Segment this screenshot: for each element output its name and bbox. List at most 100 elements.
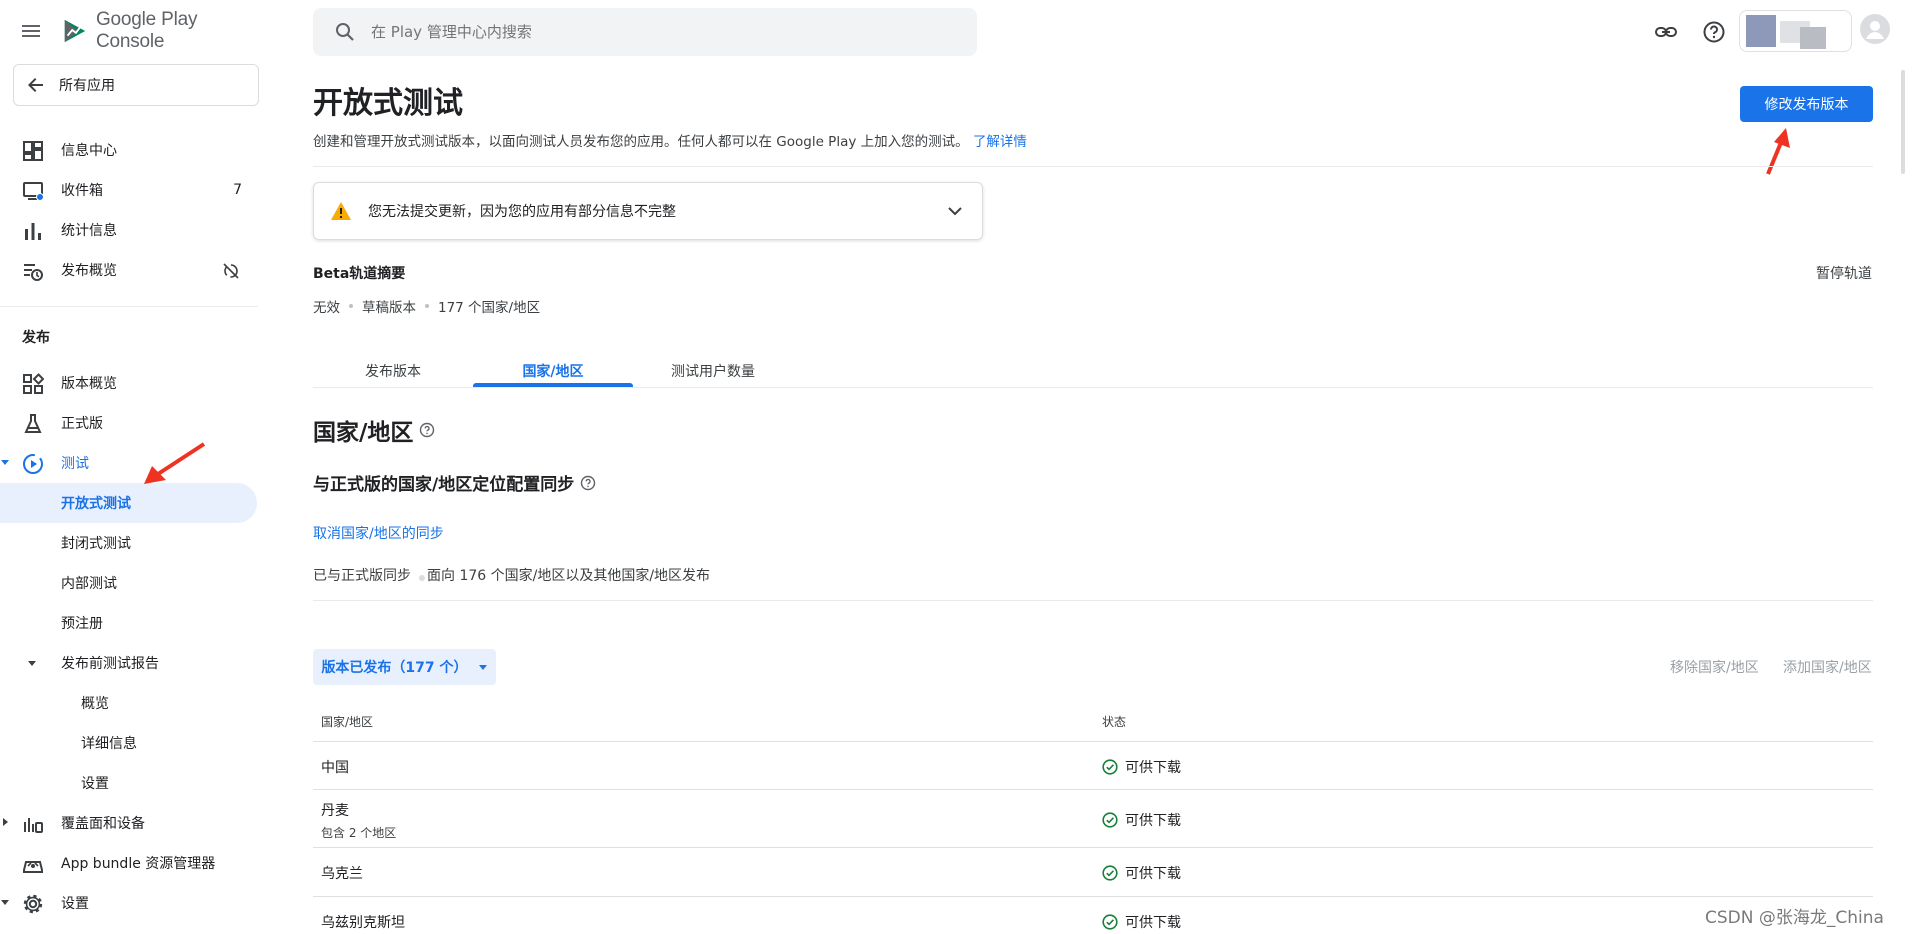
grid-icon [23, 373, 44, 394]
status-text: 可供下载 [1125, 813, 1181, 829]
sidebar-item-label: 预注册 [61, 616, 103, 632]
release-filter-dropdown[interactable]: 版本已发布（177 个） [313, 649, 496, 685]
sidebar-item-publish-overview[interactable]: 发布概览 [0, 252, 258, 288]
inbox-icon [23, 182, 44, 201]
sidebar-item-prelaunch-details[interactable]: 详细信息 [0, 725, 258, 761]
page-title: 开放式测试 [313, 86, 463, 121]
sidebar-item-prelaunch-overview[interactable]: 概览 [0, 685, 258, 721]
sidebar-item-open-testing[interactable]: 开放式测试 [0, 485, 258, 521]
edit-release-button[interactable]: 修改发布版本 [1740, 86, 1873, 122]
sidebar-item-coverage[interactable]: 覆盖面和设备 [0, 805, 258, 841]
sidebar-item-label: 开放式测试 [61, 496, 131, 512]
search-input[interactable] [371, 23, 931, 41]
play-console-logo-icon [63, 18, 87, 44]
warning-card[interactable]: 您无法提交更新，因为您的应用有部分信息不完整 [313, 182, 983, 240]
sidebar-item-pre-registration[interactable]: 预注册 [0, 605, 258, 641]
sidebar-item-label: 覆盖面和设备 [61, 816, 145, 832]
header-divider [313, 166, 1873, 167]
column-header-status: 状态 [1102, 715, 1127, 729]
account-switcher[interactable] [1739, 10, 1852, 52]
sidebar-item-label: 设置 [61, 896, 89, 912]
sidebar-item-closed-testing[interactable]: 封闭式测试 [0, 525, 258, 561]
sidebar-item-prelaunch-settings[interactable]: 设置 [0, 765, 258, 801]
sidebar-item-inbox[interactable]: 收件箱 7 [0, 172, 258, 208]
sidebar-item-statistics[interactable]: 统计信息 [0, 212, 258, 248]
sidebar-item-internal-testing[interactable]: 内部测试 [0, 565, 258, 601]
coverage-icon [24, 818, 43, 833]
menu-icon[interactable] [20, 20, 42, 42]
track-status: 无效 [313, 300, 340, 316]
cancel-sync-link[interactable]: 取消国家/地区的同步 [313, 523, 444, 543]
sidebar-item-label: 版本概览 [61, 376, 117, 392]
section-divider [313, 600, 1873, 601]
sidebar-item-label: App bundle 资源管理器 [61, 856, 216, 872]
track-summary-meta: 无效 草稿版本 177 个国家/地区 [313, 296, 540, 316]
table-row-subregions: 包含 2 个地区 [321, 826, 397, 840]
play-circle-icon [23, 454, 43, 474]
caret-right-icon [3, 818, 8, 826]
tab-releases[interactable]: 发布版本 [313, 355, 473, 387]
filter-chip-label: 版本已发布（177 个） [321, 660, 468, 676]
table-row-country: 乌兹别克斯坦 [321, 915, 405, 931]
chevron-down-icon[interactable] [946, 202, 964, 220]
sidebar-item-prelaunch-report[interactable]: 发布前测试报告 [0, 645, 258, 681]
sidebar-item-label: 收件箱 [61, 183, 103, 199]
track-country-count: 177 个国家/地区 [438, 300, 541, 316]
table-row-divider [313, 896, 1873, 897]
all-apps-button[interactable]: 所有应用 [13, 64, 259, 106]
pause-track-link[interactable]: 暂停轨道 [1816, 263, 1872, 283]
search-box[interactable] [313, 8, 977, 56]
account-id-blurred [1800, 27, 1826, 49]
arrow-back-icon [28, 78, 43, 92]
search-icon [336, 23, 354, 41]
sidebar-item-settings[interactable]: 设置 [0, 885, 258, 921]
sidebar-section-release: 发布 [22, 330, 50, 346]
app-logo[interactable]: Google Play Console [62, 9, 258, 52]
learn-more-link[interactable]: 了解详情 [973, 134, 1027, 150]
caret-down-icon [478, 665, 487, 670]
settings-icon [23, 894, 43, 914]
table-row-status: 可供下载 [1102, 810, 1181, 830]
countries-section-title: 国家/地区 [313, 413, 435, 447]
logo-text: Google Play Console [95, 9, 198, 52]
sidebar-item-testing[interactable]: 测试 [0, 445, 258, 481]
remove-countries-button[interactable]: 移除国家/地区 [1670, 657, 1759, 677]
table-row-status: 可供下载 [1102, 912, 1181, 932]
inbox-count-badge: 7 [233, 182, 242, 198]
track-release-state: 草稿版本 [362, 300, 416, 316]
dashboard-icon [23, 141, 43, 161]
help-icon[interactable] [1700, 18, 1728, 46]
status-text: 可供下载 [1125, 866, 1181, 882]
sidebar-item-release-overview[interactable]: 版本概览 [0, 365, 258, 401]
help-outline-icon[interactable] [419, 422, 435, 438]
sidebar-item-dashboard[interactable]: 信息中心 [0, 132, 258, 168]
sidebar-item-label: 发布前测试报告 [61, 656, 159, 672]
sidebar-item-label: 内部测试 [61, 576, 117, 592]
link-icon[interactable] [1652, 18, 1680, 46]
page-description: 创建和管理开放式测试版本，以面向测试人员发布您的应用。任何人都可以在 Googl… [313, 130, 1027, 150]
avatar[interactable] [1860, 14, 1890, 44]
tab-testers[interactable]: 测试用户数量 [633, 355, 793, 387]
sidebar-item-label: 统计信息 [61, 223, 117, 239]
publish-overview-icon [24, 264, 43, 281]
add-countries-button[interactable]: 添加国家/地区 [1783, 657, 1872, 677]
separator-dot [425, 304, 429, 308]
table-row-status: 可供下载 [1102, 863, 1181, 883]
sidebar-item-app-bundle-explorer[interactable]: App bundle 资源管理器 [0, 845, 258, 881]
annotation-arrow-icon [1766, 128, 1790, 175]
page-scrollbar[interactable] [1901, 70, 1905, 174]
check-circle-icon [1102, 914, 1118, 930]
table-row-country: 中国 [321, 760, 349, 776]
table-row-divider [313, 789, 1873, 790]
table-row-country: 丹麦 [321, 803, 349, 819]
column-header-country: 国家/地区 [321, 715, 374, 729]
sidebar-item-label: 封闭式测试 [61, 536, 131, 552]
status-text: 可供下载 [1125, 760, 1181, 776]
sidebar-item-label: 测试 [61, 456, 89, 472]
sidebar-item-label: 信息中心 [61, 143, 117, 159]
sidebar-item-production[interactable]: 正式版 [0, 405, 258, 441]
check-circle-icon [1102, 812, 1118, 828]
watermark: CSDN @张海龙_China [1705, 908, 1884, 928]
sidebar-item-label: 详细信息 [81, 736, 137, 752]
help-outline-icon[interactable] [580, 475, 596, 491]
